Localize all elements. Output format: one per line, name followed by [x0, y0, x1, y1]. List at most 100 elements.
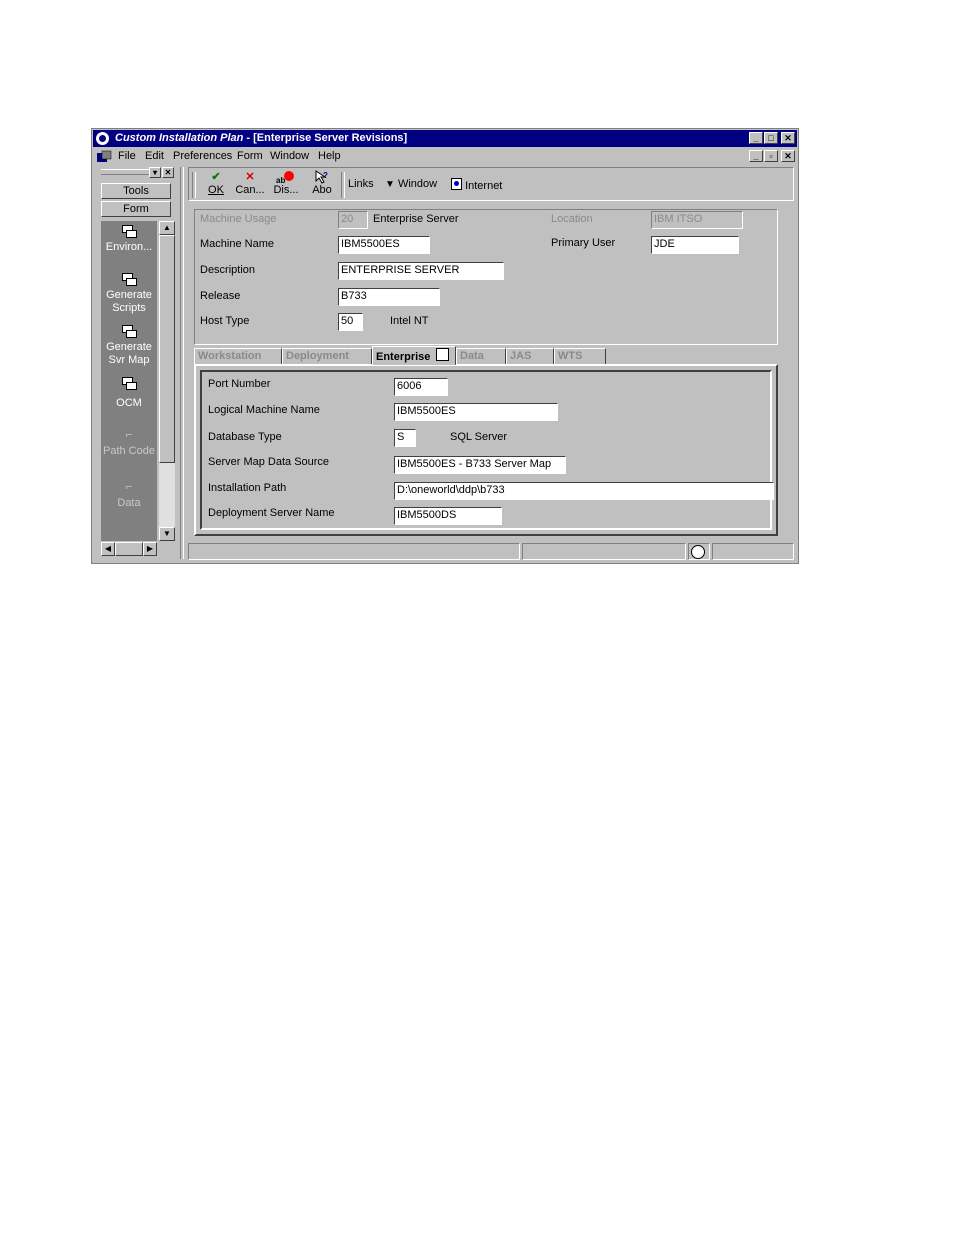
internet-menu[interactable]: Internet: [451, 178, 502, 192]
child-minimize-button[interactable]: _: [749, 150, 763, 162]
menu-preferences[interactable]: Preferences: [173, 150, 232, 162]
database-type-field[interactable]: S: [394, 429, 416, 447]
form-area: Machine Usage 20 Enterprise Server Locat…: [188, 203, 794, 543]
ocm-icon: [122, 377, 137, 390]
release-field[interactable]: B733: [338, 288, 440, 306]
deployment-server-name-field[interactable]: IBM5500DS: [394, 507, 502, 525]
primary-user-field[interactable]: JDE: [651, 236, 739, 254]
menu-file[interactable]: File: [118, 150, 136, 162]
form-button[interactable]: Form: [101, 201, 171, 217]
cancel-button[interactable]: ✕ Can...: [233, 170, 267, 200]
toolbar-separator: [192, 172, 196, 198]
scroll-up-button[interactable]: ▲: [159, 221, 175, 235]
help-pointer-icon: ?: [305, 170, 339, 184]
scroll-down-button[interactable]: ▼: [159, 527, 175, 541]
internet-icon: [451, 178, 462, 190]
location-field: IBM ITSO: [651, 211, 743, 229]
tab-enterprise[interactable]: Enterprise: [372, 346, 456, 365]
child-restore-button[interactable]: ▫: [764, 150, 778, 162]
host-type-label: Host Type: [200, 315, 250, 327]
primary-user-label: Primary User: [551, 237, 616, 249]
host-type-description: Intel NT: [390, 315, 429, 327]
status-panel-2: [522, 543, 686, 560]
server-map-data-source-label: Server Map Data Source: [208, 456, 330, 468]
status-panel-icon: [688, 543, 710, 560]
machine-usage-label: Machine Usage: [200, 213, 277, 225]
status-bar: [188, 543, 794, 560]
form-exit-list: Environ... Generate Scripts Generate Svr…: [101, 221, 157, 541]
tab-page-icon: [436, 348, 450, 361]
grip-handle[interactable]: [101, 169, 151, 175]
generate-scripts-icon: [122, 273, 137, 286]
links-menu[interactable]: Links: [348, 178, 374, 190]
machine-name-field[interactable]: IBM5500ES: [338, 236, 430, 254]
menu-window[interactable]: Window: [270, 150, 309, 162]
maximize-button[interactable]: □: [764, 132, 778, 144]
data-icon: ⌐: [125, 481, 133, 493]
ok-button[interactable]: ✔ OK: [199, 170, 233, 200]
title-bar[interactable]: Custom Installation Plan - [Enterprise S…: [93, 130, 797, 147]
host-type-field[interactable]: 50: [338, 313, 363, 331]
tab-data[interactable]: Data: [456, 348, 506, 365]
exit-bar-close-button[interactable]: ✕: [162, 167, 174, 178]
server-map-data-source-field[interactable]: IBM5500ES - B733 Server Map: [394, 456, 566, 474]
about-button[interactable]: ? Abo: [305, 170, 339, 200]
location-label: Location: [551, 213, 593, 225]
tab-jas[interactable]: JAS: [506, 348, 554, 365]
status-panel-4: [712, 543, 794, 560]
tab-panel-enterprise: Port Number 6006 Logical Machine Name IB…: [194, 364, 778, 536]
window-title: Custom Installation Plan - [Enterprise S…: [115, 132, 408, 144]
tab-wts[interactable]: WTS: [554, 348, 606, 365]
menu-edit[interactable]: Edit: [145, 150, 164, 162]
release-label: Release: [200, 290, 241, 302]
exit-path-code[interactable]: Path Code: [101, 445, 157, 458]
exit-bar: ▾ ✕ Tools Form Environ... Generate Scrip…: [97, 167, 179, 559]
exit-generate-svr-map[interactable]: Generate Svr Map: [101, 341, 157, 367]
minimize-button[interactable]: _: [749, 132, 763, 144]
logical-machine-name-label: Logical Machine Name: [208, 404, 320, 416]
scroll-left-button[interactable]: ◀: [101, 542, 115, 556]
machine-usage-description: Enterprise Server: [373, 213, 459, 225]
svg-text:?: ?: [323, 171, 328, 180]
tab-panel-inner: Port Number 6006 Logical Machine Name IB…: [200, 370, 774, 530]
machine-name-label: Machine Name: [200, 238, 274, 250]
tools-button[interactable]: Tools: [101, 183, 171, 199]
exit-ocm[interactable]: OCM: [101, 397, 157, 410]
exit-bar-menu-button[interactable]: ▾: [149, 167, 161, 178]
installation-path-field[interactable]: D:\oneworld\ddp\b733: [394, 482, 774, 500]
generate-svr-map-icon: [122, 325, 137, 338]
logical-machine-name-field[interactable]: IBM5500ES: [394, 403, 558, 421]
port-number-label: Port Number: [208, 378, 271, 390]
path-code-icon: ⌐: [125, 429, 133, 441]
close-button[interactable]: ✕: [781, 132, 795, 144]
child-close-button[interactable]: ✕: [781, 150, 795, 162]
menu-help[interactable]: Help: [318, 150, 341, 162]
installation-path-label: Installation Path: [208, 482, 287, 494]
app-menu-icon[interactable]: [96, 150, 112, 163]
tab-workstation[interactable]: Workstation: [194, 348, 282, 365]
exit-list-horizontal-scrollbar[interactable]: ◀ ▶: [101, 542, 157, 556]
svg-text:ab: ab: [276, 176, 285, 184]
scroll-right-button[interactable]: ▶: [143, 542, 157, 556]
toolbar: ✔ OK ✕ Can... ab Dis... ? Abo Links ▼ Wi…: [188, 167, 794, 201]
scroll-thumb[interactable]: [159, 235, 175, 463]
menu-form[interactable]: Form: [237, 150, 263, 162]
display-errors-button[interactable]: ab Dis...: [269, 170, 303, 200]
toolbar-separator: [341, 172, 345, 198]
exit-generate-scripts[interactable]: Generate Scripts: [101, 289, 157, 315]
machine-usage-field: 20: [338, 211, 368, 229]
app-icon: [96, 132, 109, 145]
x-icon: ✕: [245, 171, 255, 183]
exit-list-vertical-scrollbar[interactable]: ▲ ▼: [159, 221, 175, 541]
port-number-field[interactable]: 6006: [394, 378, 448, 396]
window-menu[interactable]: ▼ Window: [385, 178, 437, 190]
exit-environment[interactable]: Environ...: [101, 241, 157, 254]
menu-bar: File Edit Preferences Form Window Help _…: [93, 148, 797, 165]
tab-deployment[interactable]: Deployment: [282, 348, 372, 365]
exit-data[interactable]: Data: [101, 497, 157, 510]
environment-icon: [122, 225, 137, 238]
display-errors-icon: ab: [269, 170, 303, 185]
description-field[interactable]: ENTERPRISE SERVER: [338, 262, 504, 280]
horizontal-scroll-thumb[interactable]: [115, 542, 143, 556]
exit-bar-splitter[interactable]: [180, 167, 184, 559]
